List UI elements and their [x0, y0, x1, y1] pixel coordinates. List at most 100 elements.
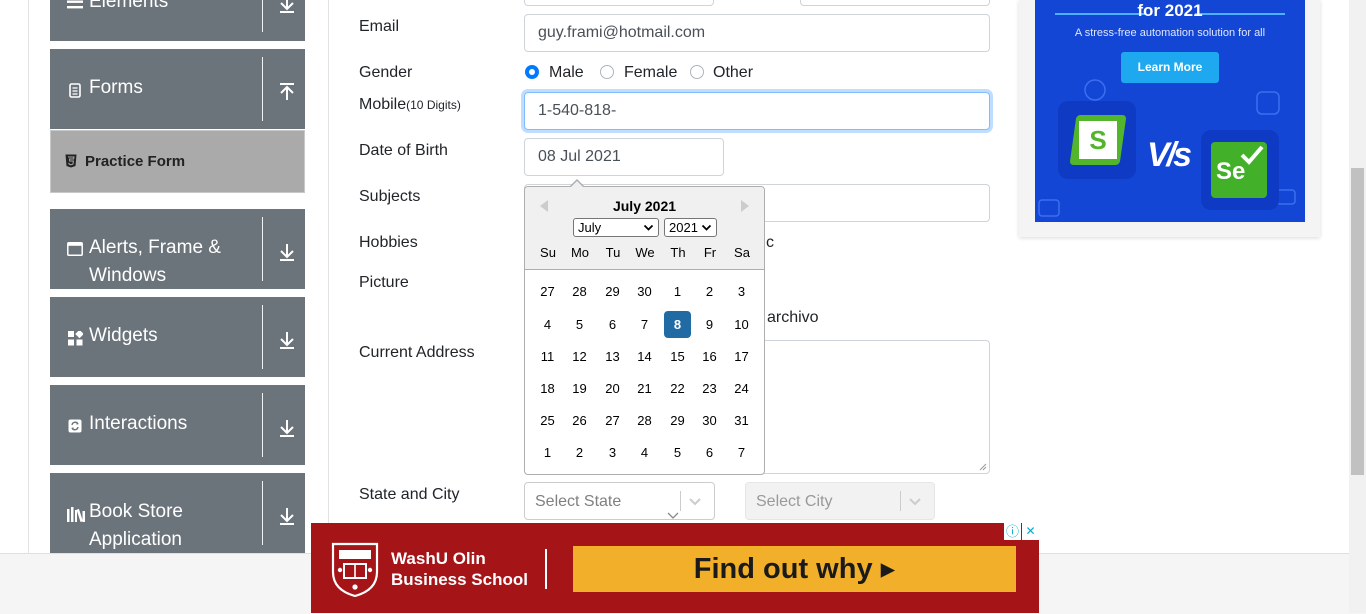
calendar-day[interactable]: 13	[599, 343, 626, 370]
gender-other-label[interactable]: Other	[713, 64, 753, 82]
page-scrollbar-thumb[interactable]	[1351, 168, 1364, 475]
calendar-day[interactable]: 22	[664, 375, 691, 402]
calendar-day[interactable]: 3	[728, 278, 755, 305]
calendar-day[interactable]: 10	[728, 311, 755, 338]
widgets-icon	[67, 330, 83, 346]
calendar-day[interactable]: 24	[728, 375, 755, 402]
gender-male-radio[interactable]	[525, 65, 539, 79]
year-select[interactable]: 2021	[664, 218, 717, 237]
chevron-down-icon[interactable]	[908, 494, 922, 508]
sidebar-group-alerts[interactable]: Alerts, Frame & Windows	[50, 209, 305, 289]
calendar-day[interactable]: 8	[664, 311, 691, 338]
gender-other-radio[interactable]	[690, 65, 704, 79]
dob-field[interactable]: 08 Jul 2021	[524, 138, 724, 176]
calendar-day[interactable]: 16	[696, 343, 723, 370]
sidebar-right-border	[328, 0, 329, 553]
ad-right-banner[interactable]: for 2021 A stress-free automation soluti…	[1035, 0, 1305, 222]
next-month-icon[interactable]	[741, 200, 749, 212]
learn-more-button[interactable]: Learn More	[1121, 52, 1219, 83]
calendar-day[interactable]: 1	[534, 439, 561, 466]
sidebar-group-bookstore[interactable]: Book Store Application	[50, 473, 305, 553]
calendar-day[interactable]: 20	[599, 375, 626, 402]
calendar-day[interactable]: 28	[566, 278, 593, 305]
mobile-value: 1-540-818-	[538, 102, 617, 119]
calendar-day[interactable]: 31	[728, 407, 755, 434]
ad-info-icon[interactable]: ⓘ	[1004, 523, 1021, 540]
state-select[interactable]: Select State	[524, 482, 715, 520]
ad-brand-line1: WashU Olin	[391, 549, 486, 568]
month-select[interactable]: July	[573, 218, 659, 237]
calendar-day[interactable]: 29	[599, 278, 626, 305]
calendar-day[interactable]: 19	[566, 375, 593, 402]
calendar-day[interactable]: 4	[534, 311, 561, 338]
sidebar-group-interactions[interactable]: Interactions	[50, 385, 305, 465]
calendar-day[interactable]: 21	[631, 375, 658, 402]
gender-male-label[interactable]: Male	[549, 64, 584, 82]
calendar-day[interactable]: 18	[534, 375, 561, 402]
calendar-day[interactable]: 29	[664, 407, 691, 434]
city-select[interactable]: Select City	[745, 482, 935, 520]
email-label: Email	[359, 18, 400, 35]
divider	[900, 491, 901, 511]
ad-vs-text: V/s	[1147, 136, 1192, 174]
divider	[262, 0, 263, 32]
divider	[262, 305, 263, 369]
calendar-day[interactable]: 2	[566, 439, 593, 466]
sidebar-group-label: Widgets	[89, 325, 158, 346]
email-value: guy.frami@hotmail.com	[538, 24, 706, 41]
calendar-day[interactable]: 3	[599, 439, 626, 466]
divider	[262, 393, 263, 457]
arrow-up-icon	[280, 83, 294, 100]
calendar-day[interactable]: 11	[534, 343, 561, 370]
calendar-day[interactable]: 5	[664, 439, 691, 466]
calendar-day[interactable]: 5	[566, 311, 593, 338]
mobile-field[interactable]: 1-540-818-	[524, 92, 990, 130]
calendar-day[interactable]: 17	[728, 343, 755, 370]
mobile-label-text: Mobile	[359, 96, 407, 113]
sidebar-item-practice-form[interactable]: Practice Form	[50, 130, 305, 193]
first-name-field[interactable]	[524, 0, 714, 6]
find-out-why-button[interactable]: Find out why ▸	[573, 546, 1016, 592]
ad-subtext: A stress-free automation solution for al…	[1074, 27, 1266, 39]
calendar-day[interactable]: 25	[534, 407, 561, 434]
calendar-day[interactable]: 28	[631, 407, 658, 434]
calendar-day[interactable]: 15	[664, 343, 691, 370]
calendar-day[interactable]: 1	[664, 278, 691, 305]
mobile-label: Mobile(10 Digits)	[359, 96, 461, 114]
subjects-label: Subjects	[359, 188, 421, 205]
calendar-day[interactable]: 12	[566, 343, 593, 370]
calendar-day[interactable]: 30	[696, 407, 723, 434]
ad-bottom-banner[interactable]: WashU Olin Business School Find out why …	[311, 523, 1039, 613]
chevron-down-icon[interactable]	[688, 494, 702, 508]
gender-female-label[interactable]: Female	[624, 64, 677, 82]
checkmark-icon	[1240, 145, 1264, 165]
calendar-day[interactable]: 7	[728, 439, 755, 466]
hobbies-label: Hobbies	[359, 234, 418, 251]
calendar-day[interactable]: 27	[534, 278, 561, 305]
email-field[interactable]: guy.frami@hotmail.com	[524, 14, 990, 52]
calendar-day[interactable]: 7	[631, 311, 658, 338]
calendar-day[interactable]: 27	[599, 407, 626, 434]
document-icon	[67, 82, 83, 98]
calendar-day[interactable]: 14	[631, 343, 658, 370]
calendar-day[interactable]: 6	[696, 439, 723, 466]
sidebar-group-label: Alerts, Frame &	[89, 237, 221, 258]
calendar-day[interactable]: 23	[696, 375, 723, 402]
file-chooser-text-partial[interactable]: archivo	[767, 309, 819, 327]
calendar-day[interactable]: 6	[599, 311, 626, 338]
hobby-music-label-partial[interactable]: c	[766, 234, 774, 252]
calendar-day[interactable]: 26	[566, 407, 593, 434]
sidebar-group-widgets[interactable]: Widgets	[50, 297, 305, 377]
last-name-field[interactable]	[800, 0, 990, 6]
calendar-day[interactable]: 30	[631, 278, 658, 305]
calendar-day[interactable]: 9	[696, 311, 723, 338]
calendar-day[interactable]: 2	[696, 278, 723, 305]
sidebar-group-elements[interactable]: Elements	[50, 0, 305, 41]
gender-female-radio[interactable]	[600, 65, 614, 79]
city-placeholder: Select City	[756, 493, 833, 510]
calendar-day[interactable]: 4	[631, 439, 658, 466]
resize-handle-icon[interactable]	[979, 463, 987, 471]
sidebar-group-forms[interactable]: Forms	[50, 49, 305, 129]
day-name: Mo	[570, 245, 590, 260]
ad-close-icon[interactable]: ✕	[1022, 523, 1039, 540]
